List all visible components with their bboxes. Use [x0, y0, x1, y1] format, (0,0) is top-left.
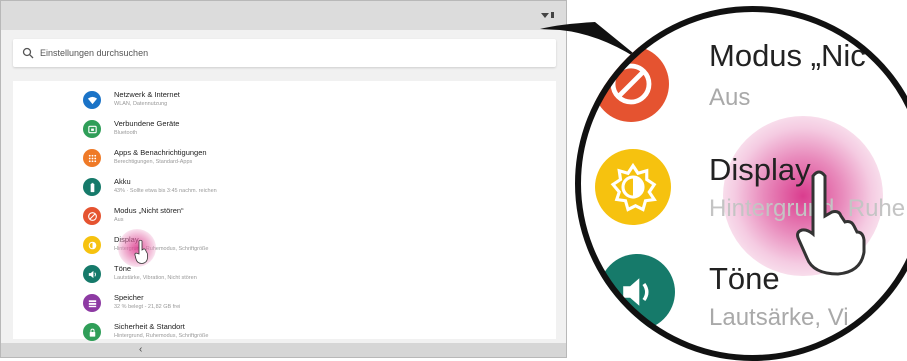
magnifier-border [575, 6, 907, 361]
